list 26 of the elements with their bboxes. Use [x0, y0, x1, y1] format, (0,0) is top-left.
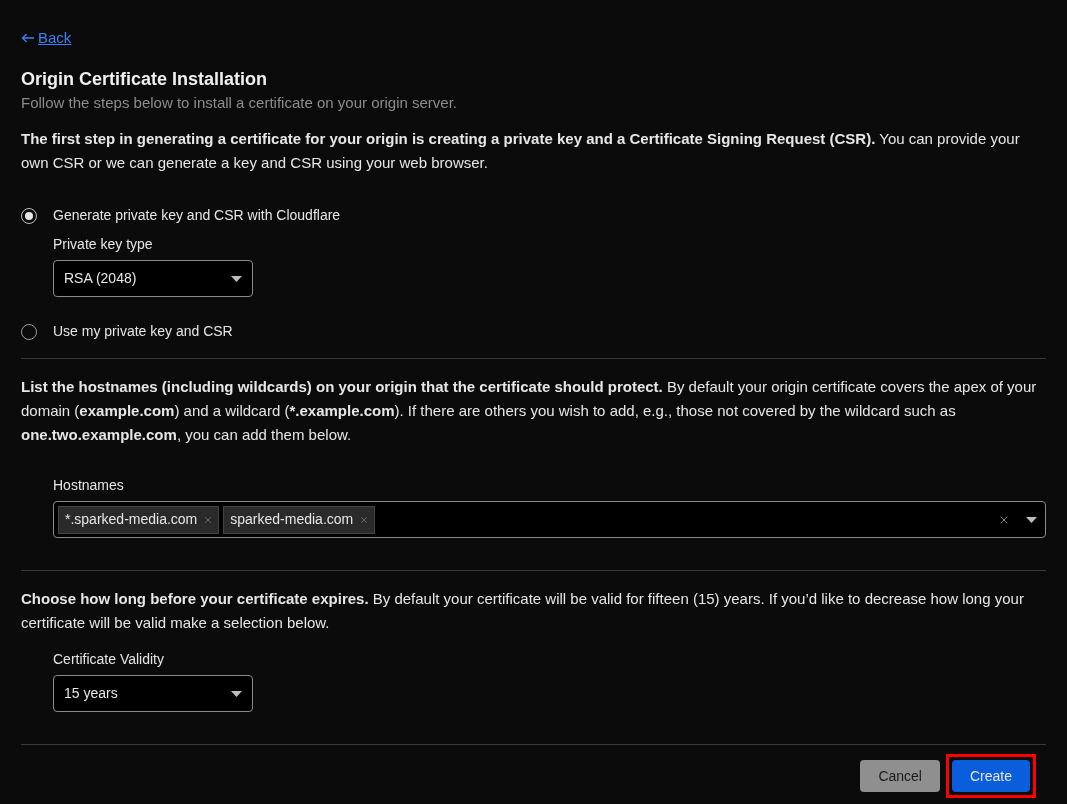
validity-select[interactable]: 15 years [53, 675, 253, 712]
remove-icon[interactable] [359, 514, 370, 525]
field-label: Hostnames [53, 476, 125, 495]
create-button[interactable]: Create [951, 760, 1030, 792]
field-label: Private key type [53, 235, 154, 254]
section-description: The first step in generating a certificate for your origin is creating a private key and a Certificate Signing Request (CSR). You can provide your own CSR or we can generate a key and CSR using your web browser. [21, 129, 1021, 173]
caret-icon [231, 275, 242, 282]
radio-label: Use my private key and CSR [53, 322, 233, 341]
select-value: RSA (2048) [64, 269, 137, 288]
hostname-tag: *.sparked-media.com [58, 505, 220, 534]
remove-icon[interactable] [203, 514, 214, 525]
field-label: Certificate Validity [53, 650, 165, 669]
arrow-left-icon [21, 33, 35, 43]
hostname-tag: sparked-media.com [223, 505, 376, 534]
key-type-select[interactable]: RSA (2048) [53, 260, 253, 297]
cancel-button[interactable]: Cancel [860, 760, 940, 792]
back-link[interactable]: Back [21, 26, 72, 50]
hostnames-field[interactable]: *.sparked-media.com sparked-media.com [53, 501, 1046, 538]
caret-icon [1026, 516, 1037, 523]
select-value: 15 years [64, 684, 118, 703]
page-title: Origin Certificate Installation [21, 68, 269, 91]
section-description: List the hostnames (including wildcards) on your origin that the certificate should protect. By default your origin certificate covers the apex of your domain (example.com) and a wildcard (*.example.com). If there are others you wish to add, e.g., those not covered by the wildcard such as one.two.example.com, you can add them below. [21, 377, 1038, 445]
section-description: Choose how long before your certificate expires. By default your certificate will be valid for fifteen (15) years. If you’d like to decrease how long your certificate will be valid make a selection below. [21, 589, 1025, 633]
caret-icon [231, 690, 242, 697]
radio-label: Generate private key and CSR with Cloudflare [53, 206, 341, 225]
page-subtitle: Follow the steps below to install a certificate on your origin server. [21, 93, 459, 113]
